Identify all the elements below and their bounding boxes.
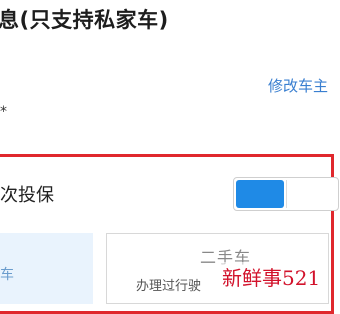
- toggle-on-track: [236, 180, 284, 208]
- watermark: 新鲜事521: [218, 262, 325, 291]
- first-insure-toggle[interactable]: [233, 177, 339, 211]
- toggle-knob: [286, 180, 336, 208]
- page-title: 息(只支持私家车): [0, 8, 169, 32]
- required-mark: *: [0, 104, 7, 120]
- first-insure-label: 次投保: [0, 185, 54, 206]
- modify-owner-link[interactable]: 修改车主: [268, 75, 340, 97]
- used-car-option-subtitle: 办理过行驶: [136, 279, 202, 294]
- new-car-option-label: 车: [0, 267, 14, 283]
